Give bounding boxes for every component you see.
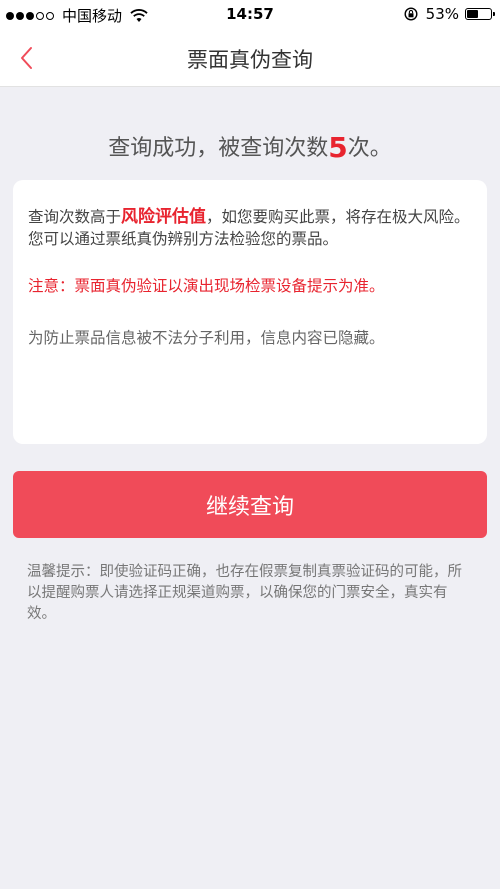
risk-threshold-label: 风险评估值 (121, 207, 207, 227)
result-detail-card: 查询次数高于风险评估值，如您要购买此票，将存在极大风险。 您可以通过票纸真伪辨别… (13, 180, 487, 444)
battery-level-fill (467, 10, 479, 18)
page-title: 票面真伪查询 (187, 48, 313, 72)
risk-warning-prefix: 查询次数高于 (28, 208, 122, 226)
verification-notice: 注意：票面真伪验证以演出现场检票设备提示为准。 (28, 277, 385, 295)
warm-tips: 温馨提示：即使验证码正确，也存在假票复制真票验证码的可能，所以提醒购票人请选择正… (27, 564, 462, 622)
query-count: 5 (328, 131, 348, 164)
continue-query-button[interactable]: 继续查询 (13, 471, 487, 538)
battery-icon (465, 8, 495, 20)
verification-advice: 您可以通过票纸真伪辨别方法检验您的票品。 (28, 230, 339, 248)
navigation-bar: 票面真伪查询 (0, 30, 500, 87)
info-hidden-note: 为防止票品信息被不法分子利用，信息内容已隐藏。 (28, 329, 385, 347)
risk-warning-suffix: ，如您要购买此票，将存在极大风险。 (206, 208, 470, 226)
rotation-lock-icon (404, 7, 418, 21)
query-result-message: 查询成功，被查询次数5次。 (0, 130, 500, 164)
battery-percent: 53% (425, 5, 459, 23)
risk-warning: 查询次数高于风险评估值，如您要购买此票，将存在极大风险。 (28, 206, 472, 228)
status-right: 53% (404, 5, 495, 23)
result-prefix: 查询成功，被查询次数 (108, 136, 329, 161)
status-bar: 中国移动 14:57 53% (0, 0, 500, 30)
result-suffix: 次。 (347, 136, 392, 161)
